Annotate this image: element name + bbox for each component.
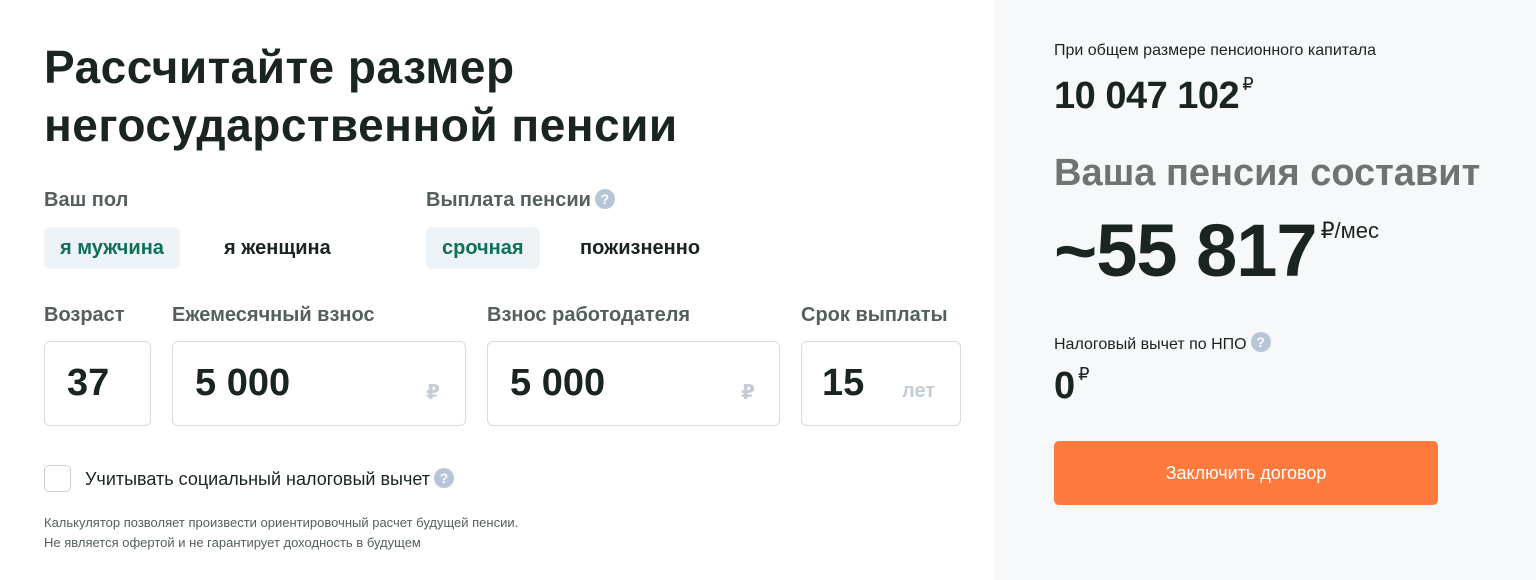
age-input[interactable]: 37 xyxy=(44,341,151,426)
pension-heading: Ваша пенсия составит xyxy=(1054,152,1481,194)
tax-deduction-value: 0 ₽ xyxy=(1054,364,1090,408)
employer-contribution-label: Взнос работодателя xyxy=(487,304,691,326)
age-label: Возраст xyxy=(44,304,125,326)
monthly-contribution-value: 5 000 xyxy=(195,362,291,404)
capital-label: При общем размере пенсионного капитала xyxy=(1054,42,1377,59)
payout-term-value: 15 xyxy=(822,362,865,404)
gender-male-option[interactable]: я мужчина xyxy=(44,227,180,269)
disclaimer-line-2: Не является офертой и не гарантирует дох… xyxy=(44,535,421,550)
help-icon[interactable]: ? xyxy=(1250,332,1271,352)
monthly-contribution-label: Ежемесячный взнос xyxy=(172,304,375,326)
tax-deduction-result-label-text: Налоговый вычет по НПО xyxy=(1054,336,1247,353)
pension-amount: ~55 817 xyxy=(1054,209,1318,292)
title-line-2: негосударственной пенсии xyxy=(44,99,678,151)
tax-deduction-checkbox[interactable] xyxy=(44,465,71,492)
age-value: 37 xyxy=(67,362,110,404)
calculator-panel: Рассчитайте размер негосударственной пен… xyxy=(0,0,995,580)
ruble-icon: ₽ xyxy=(1078,364,1090,384)
capital-value: 10 047 102 ₽ xyxy=(1054,74,1254,118)
term-unit: лет xyxy=(902,380,936,402)
sign-contract-button[interactable]: Заключить договор xyxy=(1054,441,1438,505)
tax-deduction-label[interactable]: Учитывать социальный налоговый вычет? xyxy=(85,468,454,490)
payout-type-label-text: Выплата пенсии xyxy=(426,189,591,211)
gender-label: Ваш пол xyxy=(44,189,129,211)
ruble-icon: ₽ xyxy=(426,382,440,404)
payout-type-label: Выплата пенсии? xyxy=(426,189,615,212)
payout-lifetime-option[interactable]: пожизненно xyxy=(564,227,716,269)
monthly-contribution-input[interactable]: 5 000 ₽ xyxy=(172,341,466,426)
payout-term-option[interactable]: срочная xyxy=(426,227,540,269)
tax-deduction-amount: 0 xyxy=(1054,365,1076,407)
ruble-icon: ₽ xyxy=(1242,74,1254,94)
capital-amount: 10 047 102 xyxy=(1054,75,1240,117)
gender-female-option[interactable]: я женщина xyxy=(208,227,347,269)
pension-unit: ₽/мес xyxy=(1320,218,1380,243)
help-icon[interactable]: ? xyxy=(594,189,615,209)
payout-term-input[interactable]: 15 лет xyxy=(801,341,961,426)
help-icon[interactable]: ? xyxy=(434,468,454,488)
disclaimer-line-1: Калькулятор позволяет произвести ориенти… xyxy=(44,515,519,530)
payout-term-label: Срок выплаты xyxy=(801,304,948,326)
pension-value: ~55 817 ₽/мес xyxy=(1054,208,1379,293)
ruble-icon: ₽ xyxy=(741,382,755,404)
employer-contribution-input[interactable]: 5 000 ₽ xyxy=(487,341,780,426)
title-line-1: Рассчитайте размер xyxy=(44,41,515,93)
tax-deduction-label-text: Учитывать социальный налоговый вычет xyxy=(85,469,430,489)
tax-deduction-result-label: Налоговый вычет по НПО? xyxy=(1054,332,1271,354)
employer-contribution-value: 5 000 xyxy=(510,362,606,404)
page-title: Рассчитайте размер негосударственной пен… xyxy=(44,38,678,154)
